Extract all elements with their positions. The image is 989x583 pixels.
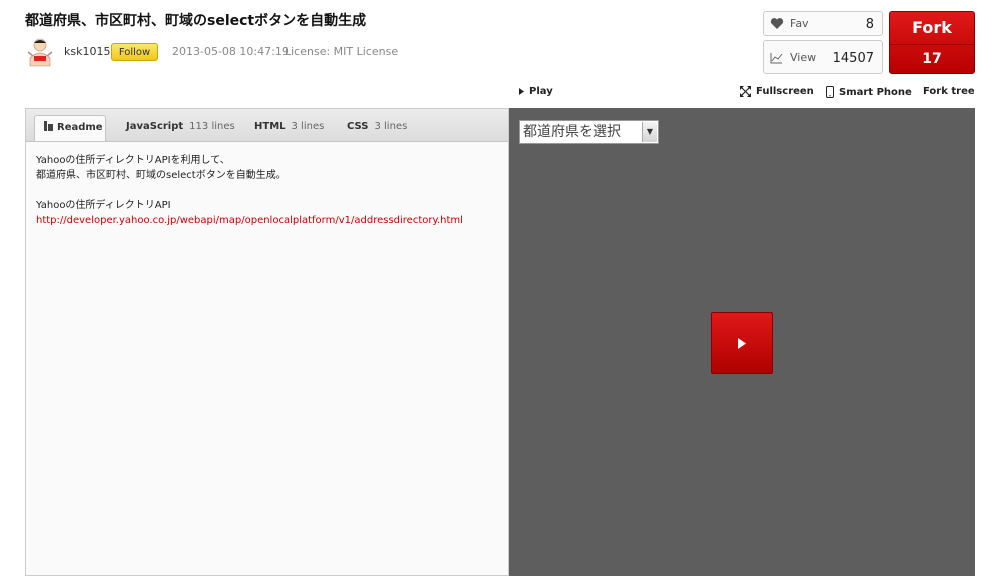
page-title: 都道府県、市区町村、町域のselectボタンを自動生成 bbox=[25, 13, 367, 29]
readme-line-3: Yahooの住所ディレクトリAPI bbox=[36, 200, 171, 211]
fav-label: Fav bbox=[790, 17, 809, 30]
readme-content: Yahooの住所ディレクトリAPIを利用して、 都道府県、市区町村、町域のsel… bbox=[36, 153, 463, 228]
fork-button[interactable]: Fork 17 bbox=[889, 11, 975, 74]
readme-line-2: 都道府県、市区町村、町域のselectボタンを自動生成。 bbox=[36, 170, 286, 181]
heart-icon bbox=[770, 18, 784, 29]
preview-play-button[interactable] bbox=[711, 312, 773, 374]
fork-divider bbox=[890, 44, 974, 45]
tab-html-label: HTML bbox=[254, 121, 286, 132]
play-label: Play bbox=[529, 86, 553, 97]
fork-tree-link[interactable]: Fork tree bbox=[923, 86, 975, 97]
code-tabs: Readme JavaScript 113 lines HTML 3 lines C… bbox=[26, 109, 508, 142]
tab-readme[interactable]: Readme bbox=[34, 115, 106, 141]
prefecture-select-value: 都道府県を選択 bbox=[523, 124, 621, 140]
play-link[interactable]: Play bbox=[519, 86, 553, 97]
readme-line-1: Yahooの住所ディレクトリAPIを利用して、 bbox=[36, 155, 230, 166]
chart-line-icon bbox=[770, 53, 783, 64]
dropdown-arrow-icon: ▼ bbox=[642, 122, 657, 142]
tab-css[interactable]: CSS 3 lines bbox=[347, 115, 407, 141]
tab-html-lines: 3 lines bbox=[291, 121, 325, 132]
tab-css-lines: 3 lines bbox=[374, 121, 408, 132]
document-icon bbox=[44, 121, 53, 131]
smartphone-link[interactable]: Smart Phone bbox=[826, 86, 912, 98]
fav-count: 8 bbox=[865, 17, 874, 32]
view-counter: View 14507 bbox=[763, 40, 883, 74]
post-date: 2013-05-08 10:47:19 bbox=[172, 45, 289, 58]
fullscreen-link[interactable]: Fullscreen bbox=[740, 86, 814, 97]
fav-button[interactable]: Fav 8 bbox=[763, 11, 883, 36]
fullscreen-label: Fullscreen bbox=[756, 86, 814, 97]
readme-api-link[interactable]: http://developer.yahoo.co.jp/webapi/map/… bbox=[36, 213, 463, 228]
fork-label: Fork bbox=[912, 18, 952, 37]
tab-css-label: CSS bbox=[347, 121, 369, 132]
tab-readme-label: Readme bbox=[57, 122, 103, 133]
follow-button[interactable]: Follow bbox=[111, 43, 158, 61]
preview-panel: 都道府県を選択 ▼ bbox=[509, 108, 975, 576]
play-triangle-icon bbox=[519, 88, 524, 95]
tab-javascript-lines: 113 lines bbox=[189, 121, 235, 132]
tab-javascript-label: JavaScript bbox=[126, 121, 184, 132]
tab-html[interactable]: HTML 3 lines bbox=[254, 115, 324, 141]
fork-count: 17 bbox=[922, 51, 942, 67]
user-avatar[interactable] bbox=[24, 36, 56, 68]
author-username[interactable]: ksk1015 bbox=[64, 45, 110, 58]
view-label: View bbox=[790, 51, 817, 64]
prefecture-select[interactable]: 都道府県を選択 ▼ bbox=[519, 120, 659, 144]
code-panel: Readme JavaScript 113 lines HTML 3 lines C… bbox=[25, 108, 509, 576]
view-count: 14507 bbox=[832, 51, 874, 66]
play-icon bbox=[738, 338, 746, 349]
tab-javascript[interactable]: JavaScript 113 lines bbox=[126, 115, 235, 141]
license-label[interactable]: License: MIT License bbox=[285, 45, 398, 58]
fullscreen-icon bbox=[740, 86, 751, 97]
smartphone-label: Smart Phone bbox=[839, 86, 912, 98]
smartphone-icon bbox=[826, 86, 834, 98]
